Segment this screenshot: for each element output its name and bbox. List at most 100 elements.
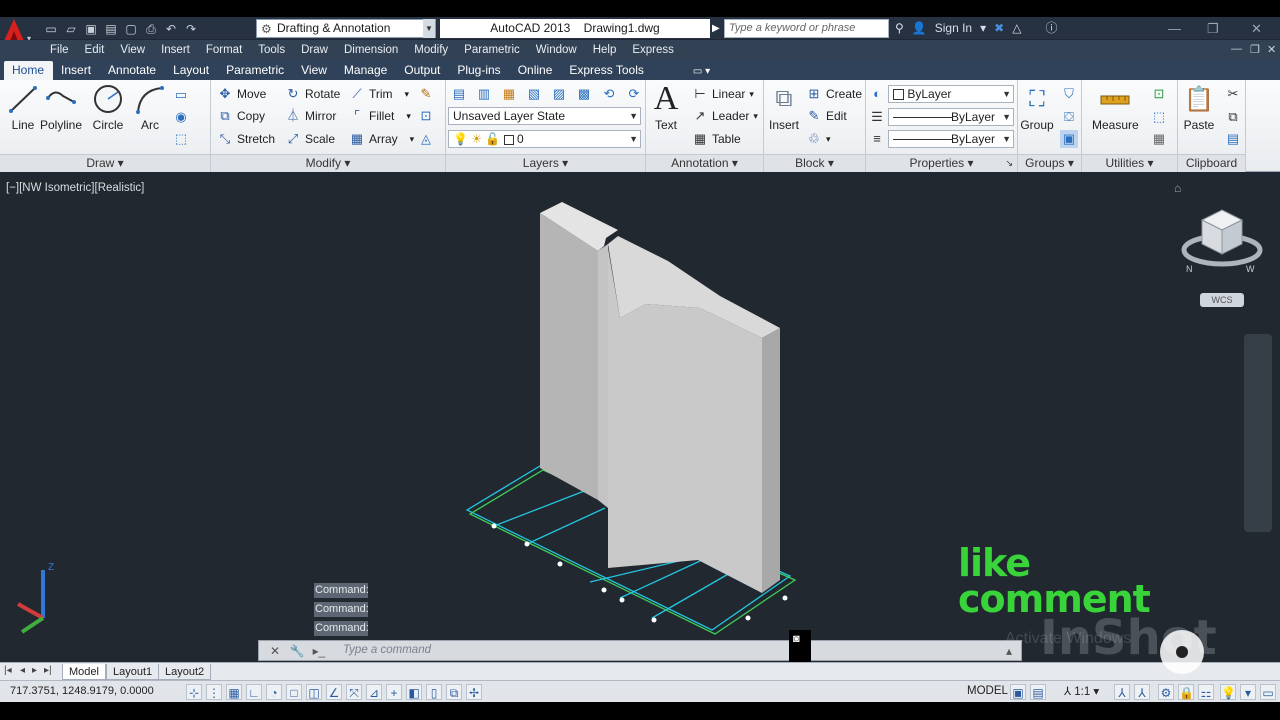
object-snap-icon[interactable]: □ — [286, 684, 302, 700]
home-icon[interactable]: ⌂ — [1174, 181, 1181, 195]
command-prompt-icon[interactable]: ▸_ — [311, 643, 327, 659]
tab-plug-ins[interactable]: Plug-ins — [449, 63, 509, 80]
layer-select[interactable]: 💡 ☀ 🔓 0 ▼ — [448, 130, 641, 148]
panel-layers-title[interactable]: Layers ▾ — [446, 154, 645, 172]
prev-layout-icon[interactable]: ◂ — [20, 665, 25, 676]
scale-button[interactable]: ⤢ Scale — [285, 129, 335, 149]
isolate-objects-icon[interactable]: 💡 — [1220, 684, 1236, 700]
linear-button[interactable]: ⊢ Linear ▾ — [692, 84, 754, 104]
panel-modify-title[interactable]: Modify ▾ — [211, 154, 445, 172]
linetype-icon[interactable]: ≡ — [868, 130, 886, 148]
layer-freeze-icon[interactable]: ▧ — [525, 85, 543, 103]
rectangle-icon[interactable]: ▭ — [172, 86, 190, 104]
layer-walk-icon[interactable]: ⟲ — [600, 85, 618, 103]
next-layout-icon[interactable]: ▸ — [32, 665, 37, 676]
tab-parametric[interactable]: Parametric — [218, 63, 293, 80]
coordinate-readout[interactable]: 717.3751, 1248.9179, 0.0000 — [10, 685, 154, 697]
menu-help[interactable]: Help — [593, 44, 617, 56]
a360-icon[interactable]: △ — [1012, 19, 1021, 38]
last-layout-icon[interactable]: ▸| — [44, 665, 52, 676]
tab-layout[interactable]: Layout — [165, 63, 218, 80]
menu-window[interactable]: Window — [536, 44, 577, 56]
linetype-select[interactable]: ByLayer ▼ — [888, 130, 1014, 148]
tab-online[interactable]: Online — [510, 63, 562, 80]
explode-icon[interactable]: ⊡ — [417, 107, 435, 125]
chevron-down-icon[interactable]: ▾ — [980, 19, 986, 38]
offset-icon[interactable]: ◬ — [417, 130, 435, 148]
circle-button[interactable]: Circle — [85, 84, 131, 132]
infer-constraints-icon[interactable]: ⊹ — [186, 684, 202, 700]
selection-cycling-icon[interactable]: ⧉ — [446, 684, 462, 700]
panel-groups-title[interactable]: Groups ▾ — [1018, 154, 1081, 172]
tab-output[interactable]: Output — [396, 63, 449, 80]
insert-button[interactable]: ⧉ Insert — [764, 84, 804, 132]
snap-mode-icon[interactable]: ⋮ — [206, 684, 222, 700]
measure-button[interactable]: Measure — [1092, 84, 1139, 132]
dynamic-ucs-icon[interactable]: ⤧ — [346, 684, 362, 700]
wcs-menu[interactable]: WCS — [1200, 293, 1244, 307]
calculator-icon[interactable]: ▦ — [1150, 130, 1168, 148]
menu-file[interactable]: File — [50, 44, 69, 56]
tab-model[interactable]: Model — [62, 664, 106, 680]
panel-properties-title[interactable]: Properties ▾ ↘ — [866, 154, 1017, 172]
3d-object-snap-icon[interactable]: ◫ — [306, 684, 322, 700]
open-icon[interactable]: ▱ — [64, 22, 78, 36]
menu-view[interactable]: View — [120, 44, 145, 56]
layer-off-icon[interactable]: ▦ — [500, 85, 518, 103]
cut-icon[interactable]: ✂ — [1224, 85, 1242, 103]
quick-view-drawings-icon[interactable]: ▤ — [1030, 684, 1046, 700]
tab-view[interactable]: View — [293, 63, 336, 80]
create-block-button[interactable]: ⊞ Create — [806, 84, 862, 104]
plot-preview-icon[interactable]: ▢ — [124, 22, 138, 36]
block-attributes-button[interactable]: ♲ ▾ — [806, 129, 830, 149]
group-button[interactable]: ⛶ Group — [1018, 84, 1056, 132]
command-line[interactable]: ✕ 🔧 ▸_ Type a command ▴ — [258, 640, 1022, 661]
color-select[interactable]: ByLayer ▼ — [888, 85, 1014, 103]
menu-edit[interactable]: Edit — [85, 44, 105, 56]
close-button[interactable]: ✕ — [1251, 19, 1262, 38]
plot-icon[interactable]: ⎙ — [144, 22, 158, 36]
hardware-acceleration-icon[interactable]: ⚏ — [1198, 684, 1214, 700]
menu-draw[interactable]: Draw — [301, 44, 328, 56]
copy-clip-icon[interactable]: ⧉ — [1224, 108, 1242, 126]
dynamic-input-icon[interactable]: ⊿ — [366, 684, 382, 700]
tab-insert[interactable]: Insert — [53, 63, 100, 80]
text-button[interactable]: A Text — [644, 80, 688, 132]
save-as-icon[interactable]: ▤ — [104, 22, 118, 36]
layer-unisolate-icon[interactable]: ⟳ — [625, 85, 643, 103]
new-icon[interactable]: ▭ — [44, 22, 58, 36]
group-selection-icon[interactable]: ▣ — [1060, 130, 1078, 148]
panel-block-title[interactable]: Block ▾ — [764, 154, 865, 172]
first-layout-icon[interactable]: |◂ — [4, 665, 12, 676]
tab-home[interactable]: Home — [4, 61, 54, 80]
menu-parametric[interactable]: Parametric — [464, 44, 520, 56]
ribbon-minimize-icon[interactable]: ▭ ▾ — [653, 66, 719, 80]
annotation-scale[interactable]: ⅄ 1:1 ▾ — [1064, 684, 1099, 698]
tab-layout1[interactable]: Layout1 — [106, 664, 160, 680]
lock-ui-icon[interactable]: 🔒 — [1178, 684, 1194, 700]
group-edit-icon[interactable]: ⛋ — [1060, 108, 1078, 126]
wrench-icon[interactable]: 🔧 — [289, 643, 305, 659]
arc-button[interactable]: Arc — [127, 84, 173, 132]
menu-modify[interactable]: Modify — [414, 44, 448, 56]
lineweight-icon[interactable]: ☰ — [868, 108, 886, 126]
doc-close-button[interactable]: ✕ — [1267, 43, 1276, 56]
exchange-icon[interactable]: ✖ — [994, 19, 1004, 38]
polyline-button[interactable]: Polyline — [38, 84, 84, 132]
move-button[interactable]: ✥ Move — [217, 84, 267, 104]
camera-icon[interactable]: ◙ — [793, 633, 800, 645]
doc-restore-button[interactable]: ❐ — [1250, 43, 1260, 56]
leader-button[interactable]: ↗ Leader ▾ — [692, 106, 758, 126]
hatch-icon[interactable]: ◉ — [172, 108, 190, 126]
tab-express-tools[interactable]: Express Tools — [561, 63, 652, 80]
lineweight-select[interactable]: ByLayer ▼ — [888, 108, 1014, 126]
tab-annotate[interactable]: Annotate — [100, 63, 165, 80]
search-input[interactable]: Type a keyword or phrase — [724, 19, 889, 38]
lineweight-toggle-icon[interactable]: + — [386, 684, 402, 700]
save-icon[interactable]: ▣ — [84, 22, 98, 36]
select-all-icon[interactable]: ⬚ — [1150, 108, 1168, 126]
array-button[interactable]: ▦ Array ▾ — [349, 129, 414, 149]
annotation-visibility-icon[interactable]: ⅄ — [1114, 684, 1130, 700]
ungroup-icon[interactable]: ⛉ — [1060, 85, 1078, 103]
doc-minimize-button[interactable]: — — [1231, 43, 1242, 55]
